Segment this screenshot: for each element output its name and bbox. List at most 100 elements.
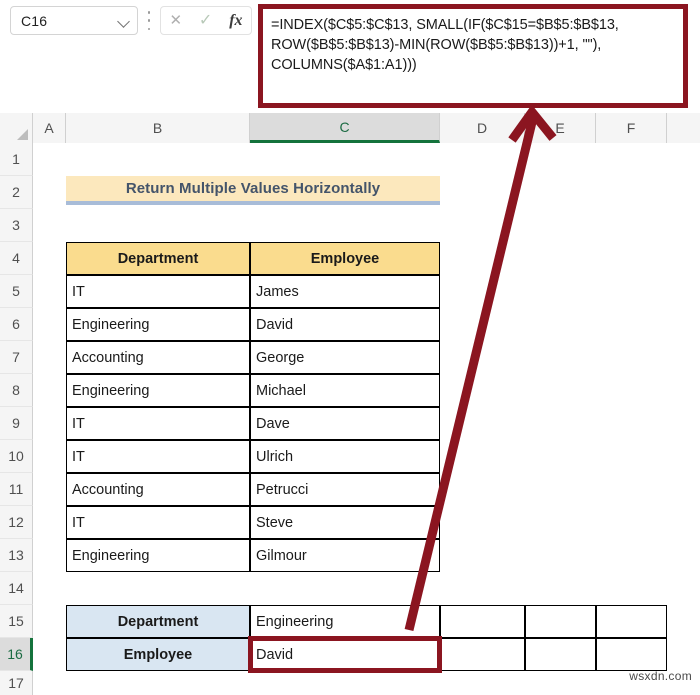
cell-employee: Michael	[256, 382, 306, 399]
cell-department: Engineering	[72, 547, 150, 564]
cell-department: IT	[72, 514, 85, 531]
row-label-16: 16	[7, 646, 23, 662]
table-row[interactable]: Steve	[250, 506, 440, 539]
row-label-13: 13	[8, 547, 24, 563]
row-header-14[interactable]: 14	[0, 572, 33, 605]
table-header-label: Department	[117, 250, 199, 267]
row-label-10: 10	[8, 448, 24, 464]
cell-department: IT	[72, 283, 85, 300]
table-row[interactable]: Accounting	[66, 473, 250, 506]
table-row[interactable]: IT	[66, 407, 250, 440]
row-header-11[interactable]: 11	[0, 473, 33, 506]
name-box[interactable]: C16	[10, 6, 138, 35]
table-row[interactable]: IT	[66, 275, 250, 308]
column-label-f: F	[626, 120, 636, 136]
worksheet-grid: Return Multiple Values Horizontally Depa…	[33, 143, 700, 695]
column-header-g[interactable]	[667, 113, 700, 143]
row-label-1: 1	[12, 151, 20, 167]
row-header-13[interactable]: 13	[0, 539, 33, 572]
cell-value: Engineering	[256, 613, 334, 630]
row-label-14: 14	[8, 580, 24, 596]
cancel-icon[interactable]: ✕	[169, 13, 182, 28]
row-header-8[interactable]: 8	[0, 374, 33, 407]
row-header-7[interactable]: 7	[0, 341, 33, 374]
table-row[interactable]: Gilmour	[250, 539, 440, 572]
result-empty-cell-f16[interactable]	[596, 638, 667, 671]
row-header-1[interactable]: 1	[0, 143, 33, 176]
more-options-icon[interactable]	[146, 11, 152, 30]
cell-department: IT	[72, 448, 85, 465]
row-label-3: 3	[12, 217, 20, 233]
result-empty-cell-d16[interactable]	[440, 638, 525, 671]
confirm-icon[interactable]: ✓	[199, 12, 212, 29]
table-row[interactable]: Accounting	[66, 341, 250, 374]
excel-window: C16 ✕ ✓ fx =INDEX($C$5:$C$13, SMALL(IF($…	[0, 0, 700, 695]
result-label-text: Employee	[123, 646, 193, 663]
row-header-2[interactable]: 2	[0, 176, 33, 209]
column-label-c: C	[339, 118, 350, 135]
table-row[interactable]: Dave	[250, 407, 440, 440]
table-row[interactable]: IT	[66, 440, 250, 473]
row-label-9: 9	[12, 415, 20, 431]
watermark: wsxdn.com	[629, 669, 692, 683]
row-label-2: 2	[12, 184, 20, 200]
table-row[interactable]: Petrucci	[250, 473, 440, 506]
row-header-12[interactable]: 12	[0, 506, 33, 539]
formula-input-box[interactable]: =INDEX($C$5:$C$13, SMALL(IF($C$15=$B$5:$…	[258, 4, 688, 108]
column-header-a[interactable]: A	[33, 113, 66, 143]
table-row[interactable]: David	[250, 308, 440, 341]
row-header-10[interactable]: 10	[0, 440, 33, 473]
table-row[interactable]: Michael	[250, 374, 440, 407]
result-label-text: Department	[117, 613, 199, 630]
fx-icon[interactable]: fx	[229, 12, 242, 29]
row-header-6[interactable]: 6	[0, 308, 33, 341]
formula-text: =INDEX($C$5:$C$13, SMALL(IF($C$15=$B$5:$…	[271, 17, 623, 73]
cell-employee: David	[256, 316, 294, 333]
row-header-15[interactable]: 15	[0, 605, 33, 638]
row-label-5: 5	[12, 283, 20, 299]
result-empty-cell-e16[interactable]	[525, 638, 596, 671]
table-row[interactable]: Ulrich	[250, 440, 440, 473]
cell-employee: James	[256, 283, 299, 300]
table-row[interactable]: James	[250, 275, 440, 308]
row-header-3[interactable]: 3	[0, 209, 33, 242]
result-empty-cell-f15[interactable]	[596, 605, 667, 638]
result-empty-cell-e15[interactable]	[525, 605, 596, 638]
table-header-department: Department	[66, 242, 250, 275]
row-header-9[interactable]: 9	[0, 407, 33, 440]
result-value-department[interactable]: Engineering	[250, 605, 440, 638]
row-label-17: 17	[8, 675, 24, 691]
table-row[interactable]: Engineering	[66, 374, 250, 407]
column-header-b[interactable]: B	[66, 113, 250, 143]
page-title: Return Multiple Values Horizontally	[125, 180, 381, 197]
table-row[interactable]: Engineering	[66, 539, 250, 572]
cell-employee: Steve	[256, 514, 294, 531]
row-header-4[interactable]: 4	[0, 242, 33, 275]
row-label-4: 4	[12, 250, 20, 266]
result-empty-cell-d15[interactable]	[440, 605, 525, 638]
row-header-16[interactable]: 16	[0, 638, 33, 671]
cell-department: Engineering	[72, 316, 150, 333]
cell-department: IT	[72, 415, 85, 432]
cell-employee: Petrucci	[256, 481, 309, 498]
cell-department: Accounting	[72, 349, 144, 366]
row-header-5[interactable]: 5	[0, 275, 33, 308]
row-label-15: 15	[8, 613, 24, 629]
result-value-employee[interactable]: David	[250, 638, 440, 671]
select-all-corner[interactable]	[0, 113, 33, 143]
table-row[interactable]: IT	[66, 506, 250, 539]
column-header-f[interactable]: F	[596, 113, 667, 143]
row-header-17[interactable]: 17	[0, 671, 33, 695]
column-header-e[interactable]: E	[525, 113, 596, 143]
column-header-c[interactable]: C	[250, 113, 440, 143]
row-label-12: 12	[8, 514, 24, 530]
row-label-7: 7	[12, 349, 20, 365]
table-row[interactable]: Engineering	[66, 308, 250, 341]
table-row[interactable]: George	[250, 341, 440, 374]
column-header-d[interactable]: D	[440, 113, 525, 143]
column-label-a: A	[44, 120, 54, 136]
table-header-employee: Employee	[250, 242, 440, 275]
row-label-6: 6	[12, 316, 20, 332]
chevron-down-icon[interactable]	[117, 14, 131, 28]
cell-employee: Ulrich	[256, 448, 294, 465]
